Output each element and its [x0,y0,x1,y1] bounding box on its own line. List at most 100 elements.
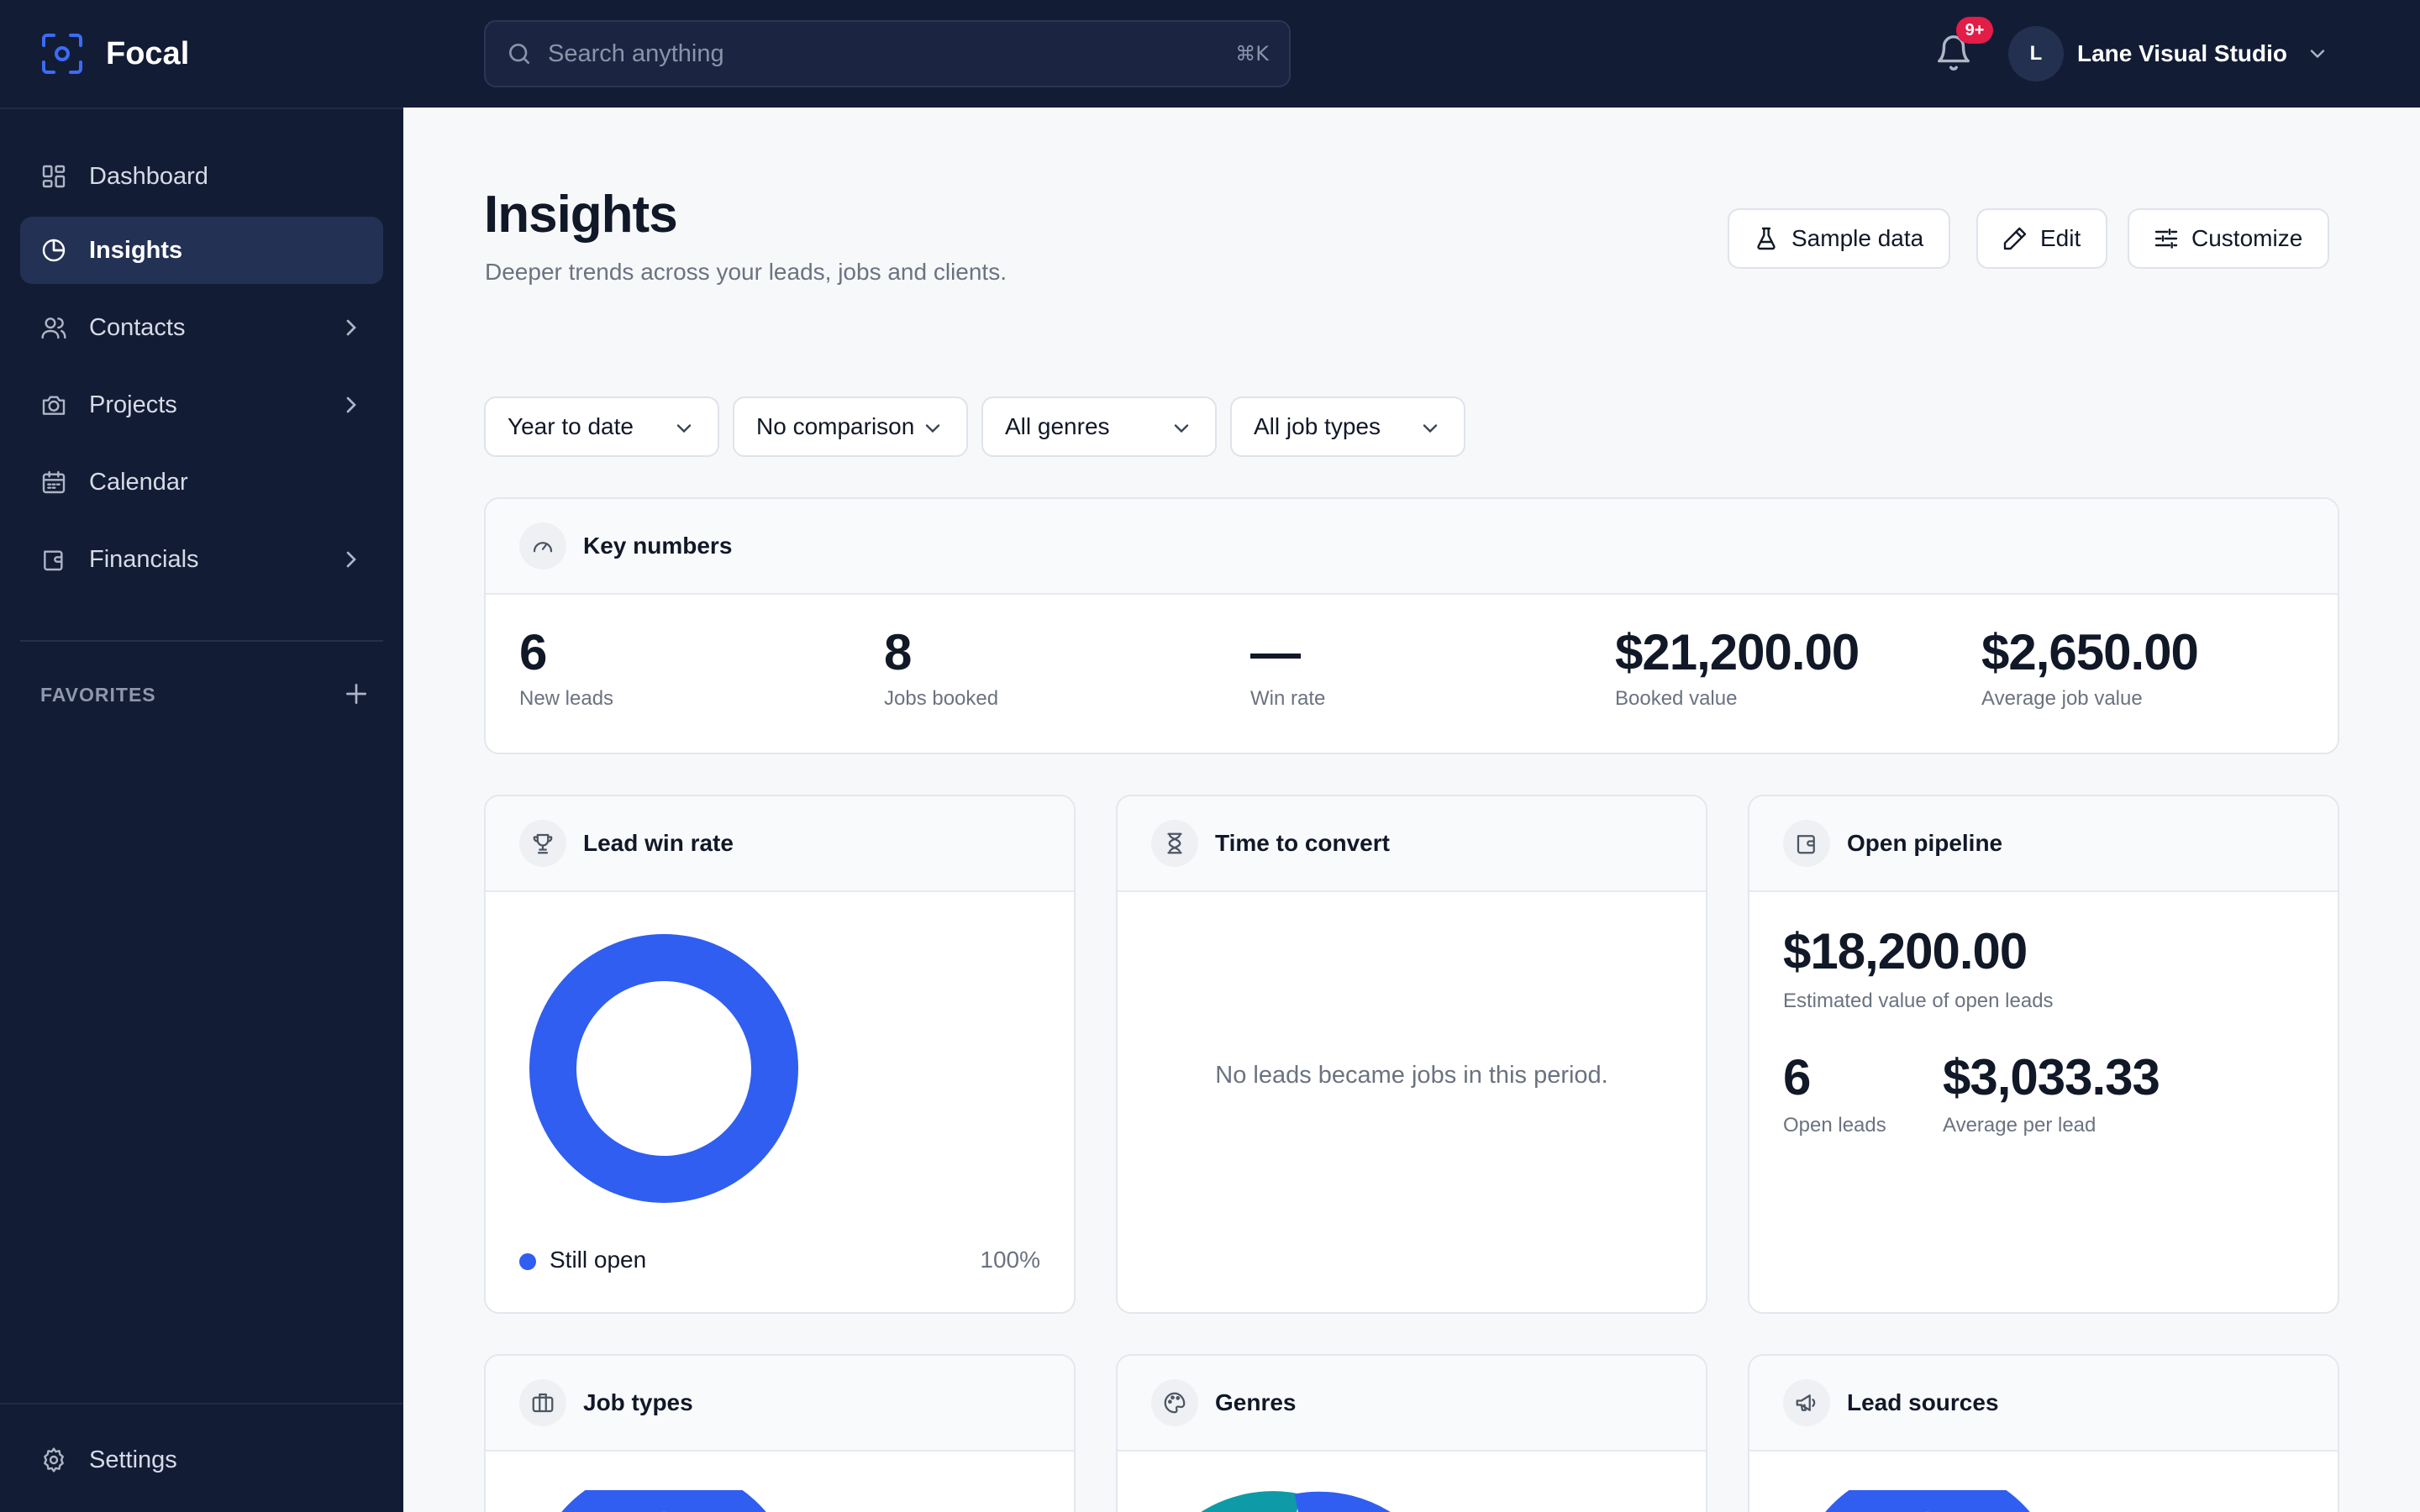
kpi-label: Jobs booked [884,687,999,710]
pipeline-value-label: Estimated value of open leads [1783,990,2054,1012]
time-to-convert-card: Time to convert No leads became jobs in … [1116,795,1707,1314]
sidebar: Dashboard Insights Contacts Projects Cal… [0,108,403,1512]
grid-icon [42,165,66,188]
card-header: Key numbers [486,499,2338,595]
palette-icon-wrap [1151,1379,1198,1426]
sidebar-item-dashboard[interactable]: Dashboard [20,143,383,210]
lead-sources-card: Lead sources [1748,1354,2339,1512]
edit-label: Edit [2040,225,2081,251]
sidebar-item-label: Contacts [89,313,186,341]
account-name: Lane Visual Studio [2077,40,2287,66]
job-types-card: Job types [484,1354,1076,1512]
wallet-icon [44,550,63,571]
pencil-icon [2003,227,2027,250]
legend-label: Still open [550,1247,647,1273]
gauge-icon-wrap [519,522,566,570]
sample-data-button[interactable]: Sample data [1728,208,1951,269]
kpi-win-rate: — Win rate [1250,623,1325,711]
card-title: Time to convert [1215,830,1390,856]
search-icon [509,44,529,64]
briefcase-icon [532,1393,554,1413]
add-favorite-icon[interactable] [343,680,370,707]
briefcase-icon-wrap [519,1379,566,1426]
sidebar-item-contacts[interactable]: Contacts [20,294,383,361]
kpi-label: Booked value [1615,687,1738,710]
chevron-right-icon [346,551,356,568]
notification-badge: 9+ [1956,17,1993,44]
job-types-donut [561,1490,766,1512]
app-name: Focal [106,35,190,71]
kpi-booked-value: $21,200.00 Booked value [1615,623,1860,711]
key-numbers-card: Key numbers 6 New leads 8 Jobs booked — … [484,497,2339,754]
lead-sources-donut [1825,1490,2030,1512]
comparison-select[interactable]: No comparison [733,396,968,457]
focal-logo-icon [42,34,82,74]
pipeline-value: $18,200.00 [1783,923,2028,979]
search-input[interactable] [548,39,1236,68]
genre-value: All genres [1005,413,1110,439]
sidebar-item-label: Calendar [89,468,188,496]
page-title: Insights [484,186,678,244]
search-bar[interactable]: ⌘K [484,20,1291,87]
open-leads-count: 6 [1783,1049,1811,1105]
card-title: Open pipeline [1847,830,2003,856]
open-leads-label: Open leads [1783,1114,1886,1137]
megaphone-icon [1796,1394,1816,1411]
calendar-icon [42,470,66,494]
card-title: Key numbers [583,533,733,559]
sliders-icon [2154,228,2178,249]
kpi-jobs-booked: 8 Jobs booked [884,623,998,711]
kpi-label: Win rate [1250,687,1326,710]
card-title: Genres [1215,1389,1297,1415]
sidebar-item-calendar[interactable]: Calendar [20,449,383,516]
kpi-value: 8 [884,624,912,680]
trophy-icon-wrap [519,820,566,867]
customize-button[interactable]: Customize [2128,208,2330,269]
avatar: L [2008,26,2064,81]
pie-chart-icon [42,239,66,262]
sidebar-item-settings[interactable]: Settings [20,1426,383,1494]
chevron-down-icon [676,424,692,433]
chevron-right-icon [346,396,356,413]
gear-icon [44,1447,64,1473]
trophy-icon [533,833,553,854]
users-icon [41,318,66,339]
job-type-select[interactable]: All job types [1230,396,1465,457]
genre-select[interactable]: All genres [981,396,1217,457]
average-per-lead-value: $3,033.33 [1943,1049,2160,1105]
account-menu[interactable]: L Lane Visual Studio [2008,25,2329,82]
win-rate-donut [529,934,798,1203]
sidebar-divider [20,640,383,642]
edit-button[interactable]: Edit [1976,208,2108,269]
sidebar-item-projects[interactable]: Projects [20,371,383,438]
sidebar-item-label: Settings [89,1446,177,1473]
donut-segment [1825,1490,2030,1512]
date-range-select[interactable]: Year to date [484,396,719,457]
card-header: Open pipeline [1749,796,2338,892]
genres-card: Genres [1116,1354,1707,1512]
job-type-value: All job types [1254,413,1381,439]
donut-segment [561,1490,766,1512]
donut-segment-still-open [529,934,798,1203]
sidebar-item-financials[interactable]: Financials [20,526,383,593]
kpi-label: New leads [519,687,614,710]
palette-icon [1164,1392,1186,1414]
sidebar-item-label: Insights [89,236,183,264]
kpi-new-leads: 6 New leads [519,623,613,711]
lead-win-rate-card: Lead win rate Still open 100% [484,795,1076,1314]
empty-state-message: No leads became jobs in this period. [1215,1062,1608,1089]
card-header: Lead sources [1749,1356,2338,1452]
average-per-lead-label: Average per lead [1943,1114,2096,1137]
gauge-icon [533,542,553,553]
top-bar: Focal ⌘K 9+ L Lane Visual Studio [0,0,2420,108]
legend-dot [519,1253,536,1270]
sidebar-item-insights[interactable]: Insights [20,217,383,284]
chevron-down-icon [1174,424,1189,433]
date-range-value: Year to date [508,413,634,439]
hourglass-icon [1167,832,1182,854]
page-subtitle: Deeper trends across your leads, jobs an… [485,259,1007,285]
kpi-label: Average job value [1981,687,2143,710]
card-header: Job types [486,1356,1074,1452]
legend-percent: 100% [980,1247,1040,1273]
brand[interactable]: Focal [40,32,189,76]
